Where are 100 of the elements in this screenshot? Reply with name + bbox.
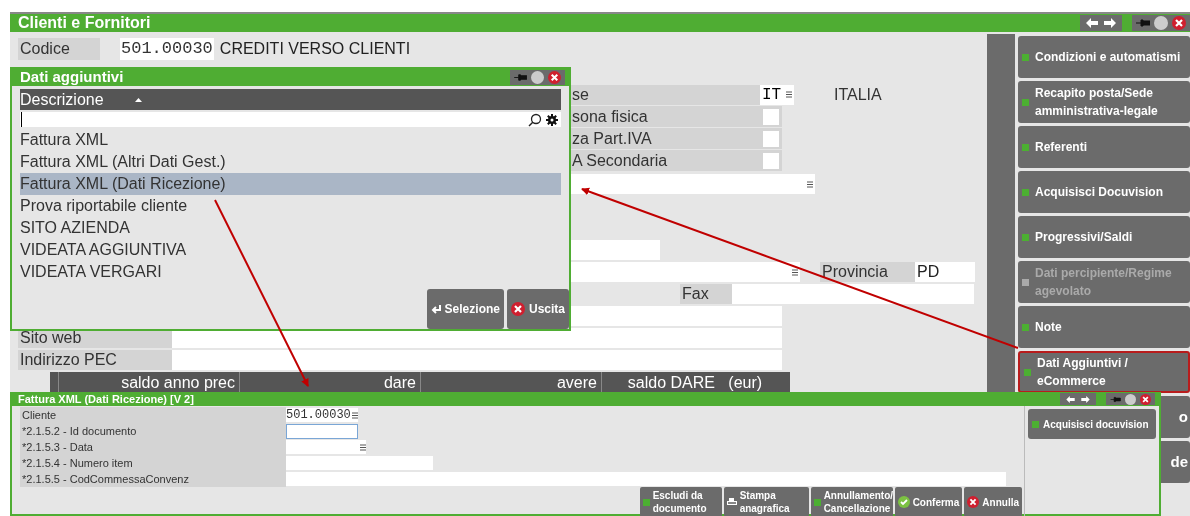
checkbox[interactable] (763, 108, 779, 125)
side-button[interactable]: Note (1018, 306, 1190, 348)
list-item[interactable]: Fattura XML (20, 129, 561, 151)
close-icon[interactable] (1140, 393, 1151, 405)
text-field[interactable] (570, 174, 815, 194)
field-label: Provincia (820, 262, 915, 282)
text-field[interactable] (570, 240, 660, 260)
action-button[interactable]: Escludi da documento (639, 487, 722, 516)
side-button[interactable]: Referenti (1018, 126, 1190, 168)
exit-button[interactable]: Uscita (506, 289, 569, 329)
list-icon[interactable] (360, 443, 366, 451)
text-field[interactable]: PD (915, 262, 975, 282)
list-icon[interactable] (786, 91, 792, 98)
minimize-icon[interactable] (1154, 16, 1168, 30)
status-square-icon (1032, 420, 1039, 428)
field-label: *2.1.5.4 - Numero item (20, 455, 286, 471)
status-square-icon (1022, 278, 1029, 286)
enter-icon (430, 304, 441, 314)
close-icon[interactable] (967, 496, 980, 508)
field-label: Indirizzo PEC (18, 350, 172, 370)
select-button[interactable]: Selezione (426, 289, 504, 329)
status-square-icon (642, 498, 650, 506)
side-button[interactable]: Progressivi/Saldi (1018, 216, 1190, 258)
text-field[interactable]: IT (760, 84, 794, 105)
action-button[interactable]: Stampa anagrafica (723, 487, 809, 516)
field-label: se (570, 84, 760, 105)
right-arrow-icon[interactable] (1104, 18, 1116, 28)
close-icon[interactable] (1172, 16, 1186, 30)
search-field[interactable] (20, 112, 561, 127)
status-square-icon (1022, 323, 1029, 331)
checkbox-label: za Part.IVA (572, 128, 652, 149)
field-label: *2.1.5.2 - Id documento (20, 423, 286, 439)
list-icon[interactable] (792, 268, 798, 276)
text-field[interactable] (286, 423, 358, 439)
form-title: Fattura XML (Dati Ricezione) [V 2] (18, 391, 194, 407)
status-square-icon (1022, 188, 1029, 196)
list-item[interactable]: Fattura XML (Altri Dati Gest.) (20, 151, 561, 173)
field-label: *2.1.5.3 - Data (20, 439, 286, 455)
checkbox-label: A Secondaria (572, 150, 668, 171)
checkbox[interactable] (763, 130, 779, 147)
check-icon (897, 496, 910, 508)
country-name: ITALIA (834, 84, 882, 105)
field-label: *2.1.5.5 - CodCommessaConvenz (20, 471, 286, 487)
text-field[interactable] (172, 350, 782, 370)
dialog-title: Dati aggiuntivi (20, 67, 124, 88)
action-button[interactable]: Conferma (894, 487, 963, 516)
side-button[interactable]: Dati Aggiuntivi / eCommerce (1018, 351, 1190, 393)
date-field[interactable] (286, 440, 366, 454)
list-item[interactable]: Fattura XML (Dati Ricezione) (20, 173, 561, 195)
field-label: Fax (680, 284, 732, 304)
province-value: PD (917, 262, 940, 282)
pin-icon[interactable] (1136, 18, 1150, 28)
pin-icon[interactable] (1110, 395, 1121, 403)
list-item[interactable]: VIDEATA AGGIUNTIVA (20, 239, 561, 261)
search-icon[interactable] (528, 112, 542, 127)
side-button[interactable]: Acquisisci docuvision (1028, 409, 1156, 439)
list-icon[interactable] (807, 180, 813, 188)
status-square-icon (1022, 98, 1029, 106)
side-button[interactable]: de (1161, 441, 1190, 483)
printer-icon (726, 498, 737, 506)
list-item[interactable]: SITO AZIENDA (20, 217, 561, 239)
side-button[interactable]: Condizioni e automatismi (1018, 36, 1190, 78)
side-button[interactable]: Recapito posta/Sede amministrativa-legale (1018, 81, 1190, 123)
pin-icon[interactable] (514, 73, 527, 82)
text-field[interactable] (570, 306, 782, 326)
close-icon[interactable] (510, 302, 525, 316)
checkbox[interactable] (763, 152, 779, 169)
checkbox-label: sona fisica (572, 106, 648, 127)
field-label: Codice (18, 38, 100, 60)
list-icon[interactable] (351, 411, 358, 419)
left-arrow-icon[interactable] (1066, 395, 1075, 403)
status-square-icon (1022, 53, 1029, 61)
side-button[interactable]: o (1161, 396, 1190, 438)
action-button[interactable]: Annullamento/ Cancellazione (810, 487, 893, 516)
action-button[interactable]: Annulla (964, 487, 1022, 516)
column-header[interactable]: Descrizione (20, 89, 561, 110)
status-square-icon (1022, 233, 1029, 241)
window-title: Clienti e Fornitori (18, 14, 151, 32)
side-button[interactable]: Acquisisci Docuvision (1018, 171, 1190, 213)
minimize-icon[interactable] (531, 71, 544, 84)
status-square-icon (813, 498, 821, 506)
status-square-icon (1024, 368, 1031, 376)
settings-icon[interactable] (546, 113, 558, 126)
text-field[interactable] (570, 262, 800, 282)
close-icon[interactable] (548, 71, 561, 84)
list-item[interactable]: Prova riportabile cliente (20, 195, 561, 217)
field-label: Cliente (20, 407, 286, 423)
text-field[interactable] (732, 284, 974, 304)
text-field[interactable] (286, 472, 1006, 486)
code-field[interactable]: 501.00030 (120, 38, 214, 60)
country-code: IT (762, 84, 782, 106)
client-code-field[interactable]: 501.00030 (286, 408, 358, 422)
text-field[interactable] (286, 456, 433, 470)
account-description: CREDITI VERSO CLIENTI (219, 39, 411, 59)
left-arrow-icon[interactable] (1086, 18, 1098, 28)
list-item[interactable]: VIDEATA VERGARI (20, 261, 561, 283)
right-arrow-icon[interactable] (1081, 395, 1090, 403)
status-square-icon (1022, 143, 1029, 151)
sort-ascending-icon[interactable] (135, 97, 142, 102)
minimize-icon[interactable] (1125, 393, 1136, 405)
